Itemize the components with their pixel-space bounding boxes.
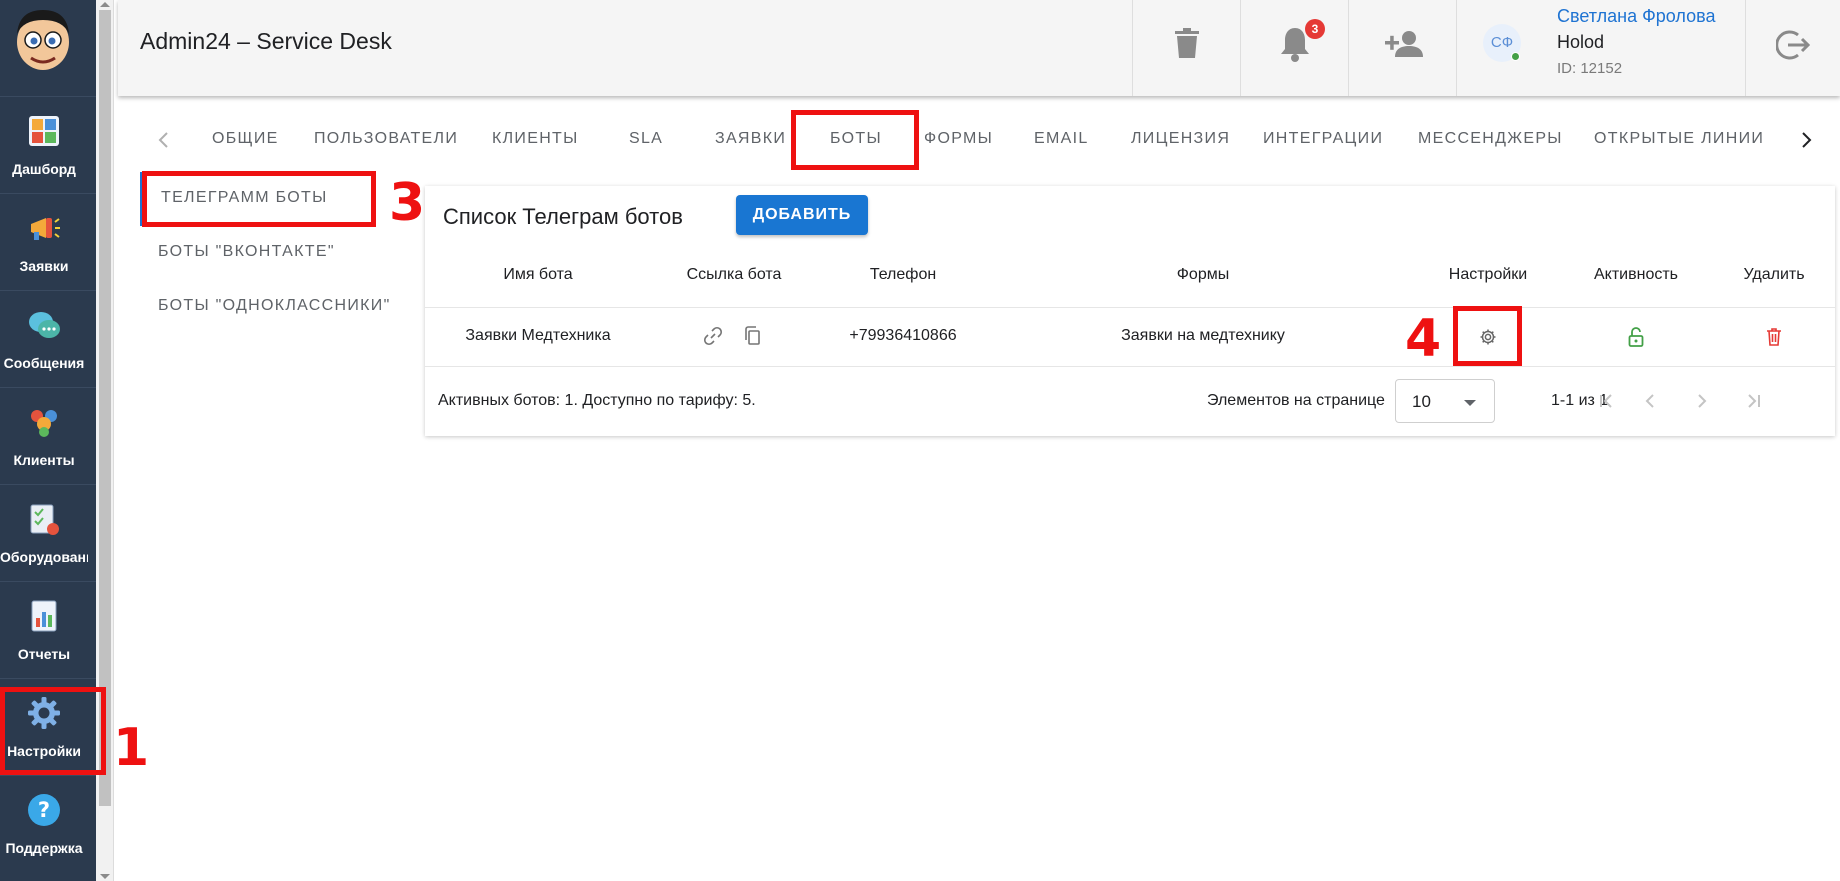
- add-user-button[interactable]: [1348, 0, 1456, 96]
- bots-quota-text: Активных ботов: 1. Доступно по тарифу: 5…: [438, 392, 756, 409]
- settings-tabs: ОБЩИЕ ПОЛЬЗОВАТЕЛИ КЛИЕНТЫ SLA ЗАЯВКИ БО…: [118, 110, 1840, 172]
- trash-icon: [1175, 28, 1199, 58]
- trash-button[interactable]: [1132, 0, 1240, 96]
- user-name[interactable]: Светлана Фролова: [1557, 6, 1715, 27]
- column-header-bot-link: Ссылка бота: [686, 266, 782, 283]
- column-header-phone: Телефон: [869, 266, 937, 283]
- sidebar-item-reports[interactable]: Отчеты: [0, 581, 96, 677]
- items-per-page-label: Элементов на странице: [1207, 392, 1385, 409]
- bot-name-cell: Заявки Медтехника: [465, 327, 611, 344]
- app-root: Дашборд Заявки Сообщения Клиенты Оборудо…: [0, 0, 1840, 881]
- table-divider: [425, 366, 1835, 367]
- tab-messengers[interactable]: МЕССЕНДЖЕРЫ: [1418, 130, 1563, 148]
- column-header-settings: Настройки: [1448, 266, 1528, 283]
- user-id: ID: 12152: [1557, 60, 1623, 77]
- subnav-vkontakte-bots[interactable]: БОТЫ "ВКОНТАКТЕ": [140, 226, 410, 280]
- clients-icon: [31, 410, 57, 437]
- subnav-odnoklassniki-bots[interactable]: БОТЫ "ОДНОКЛАССНИКИ": [140, 280, 410, 334]
- card-title: Список Телеграм ботов: [443, 204, 683, 229]
- top-header: Admin24 – Service Desk 3 СФ Светлана Фро…: [118, 0, 1840, 96]
- delete-trash-icon[interactable]: [1766, 327, 1782, 346]
- copy-icon[interactable]: [743, 326, 763, 346]
- annotation-box-settings: [0, 687, 106, 775]
- items-per-page-select[interactable]: 10: [1395, 379, 1495, 423]
- logout-icon: [1776, 30, 1810, 60]
- table-divider: [425, 307, 1835, 308]
- dashboard-icon: [29, 116, 59, 146]
- tab-clients[interactable]: КЛИЕНТЫ: [492, 130, 579, 148]
- first-page-icon[interactable]: [1594, 389, 1618, 413]
- annotation-number-1: 1: [113, 718, 150, 778]
- annotation-number-3: 3: [389, 173, 426, 233]
- tab-forms[interactable]: ФОРМЫ: [924, 130, 993, 148]
- megaphone-icon: [31, 218, 60, 240]
- add-user-icon: [1385, 31, 1423, 57]
- notifications-button[interactable]: 3: [1240, 0, 1348, 96]
- annotation-box-bots-tab: [791, 110, 919, 170]
- unlocked-lock-icon[interactable]: [1627, 327, 1645, 347]
- svg-text:?: ?: [38, 798, 50, 822]
- next-page-icon[interactable]: [1690, 389, 1714, 413]
- forms-cell: Заявки на медтехнику: [1121, 327, 1285, 344]
- tab-users[interactable]: ПОЛЬЗОВАТЕЛИ: [314, 130, 458, 148]
- sidebar-item-label: Заявки: [19, 258, 69, 274]
- column-header-activity: Активность: [1593, 266, 1679, 283]
- tab-email[interactable]: EMAIL: [1034, 130, 1089, 148]
- tab-license[interactable]: ЛИЦЕНЗИЯ: [1131, 130, 1230, 148]
- dropdown-caret-icon: [1464, 400, 1476, 406]
- column-header-forms: Формы: [1176, 266, 1230, 283]
- sidebar-item-equipment[interactable]: Оборудование: [0, 484, 96, 580]
- sidebar-item-support[interactable]: ? Поддержка: [0, 775, 96, 871]
- tab-tickets[interactable]: ЗАЯВКИ: [715, 130, 786, 148]
- tab-general[interactable]: ОБЩИЕ: [212, 130, 279, 148]
- scroll-up-arrow-icon[interactable]: [100, 2, 110, 7]
- tab-integrations[interactable]: ИНТЕГРАЦИИ: [1263, 130, 1383, 148]
- tabs-scroll-left-icon[interactable]: [152, 128, 176, 152]
- tabs-scroll-right-icon[interactable]: [1794, 128, 1818, 152]
- link-icon[interactable]: [703, 326, 723, 346]
- annotation-box-telegram-bots: [142, 171, 376, 227]
- app-logo[interactable]: [9, 4, 77, 72]
- notification-count-badge: 3: [1305, 19, 1325, 39]
- help-icon: ?: [28, 794, 60, 826]
- add-bot-button[interactable]: ДОБАВИТЬ: [736, 195, 868, 235]
- telegram-bots-card: Список Телеграм ботов ДОБАВИТЬ Имя бота …: [425, 186, 1835, 436]
- chat-bubbles-icon: [29, 312, 60, 338]
- sidebar-item-label: Поддержка: [5, 840, 83, 856]
- logout-button[interactable]: [1746, 0, 1840, 96]
- items-per-page-value: 10: [1412, 392, 1431, 411]
- column-header-bot-name[interactable]: Имя бота: [503, 266, 572, 284]
- online-status-dot: [1511, 52, 1520, 61]
- app-title: Admin24 – Service Desk: [140, 28, 392, 54]
- scroll-down-arrow-icon[interactable]: [100, 874, 110, 879]
- user-organization: Holod: [1557, 32, 1605, 52]
- subnav-label: БОТЫ "ОДНОКЛАССНИКИ": [158, 297, 391, 314]
- annotation-number-4: 4: [1405, 309, 1442, 369]
- sidebar-item-label: Отчеты: [17, 646, 71, 662]
- sidebar-item-label: Дашборд: [12, 161, 76, 177]
- phone-cell: +79936410866: [849, 327, 957, 344]
- tab-open-lines[interactable]: ОТКРЫТЫЕ ЛИНИИ: [1594, 130, 1764, 148]
- last-page-icon[interactable]: [1742, 389, 1766, 413]
- tab-sla[interactable]: SLA: [629, 130, 663, 148]
- annotation-box-bot-settings: [1453, 306, 1522, 366]
- previous-page-icon[interactable]: [1638, 389, 1662, 413]
- sidebar-item-label: Клиенты: [13, 452, 75, 468]
- sidebar-item-tickets[interactable]: Заявки: [0, 193, 96, 289]
- equipment-icon: [30, 504, 59, 535]
- sidebar-item-label: Оборудование: [0, 549, 88, 565]
- report-icon: [31, 600, 57, 632]
- user-profile[interactable]: СФ Светлана Фролова Holod ID: 12152: [1456, 0, 1746, 96]
- sidebar-item-messages[interactable]: Сообщения: [0, 290, 96, 386]
- sidebar-item-clients[interactable]: Клиенты: [0, 387, 96, 483]
- sidebar-item-dashboard[interactable]: Дашборд: [0, 96, 96, 192]
- column-header-delete: Удалить: [1743, 266, 1805, 283]
- subnav-label: БОТЫ "ВКОНТАКТЕ": [158, 243, 335, 260]
- sidebar-item-label: Сообщения: [3, 355, 85, 371]
